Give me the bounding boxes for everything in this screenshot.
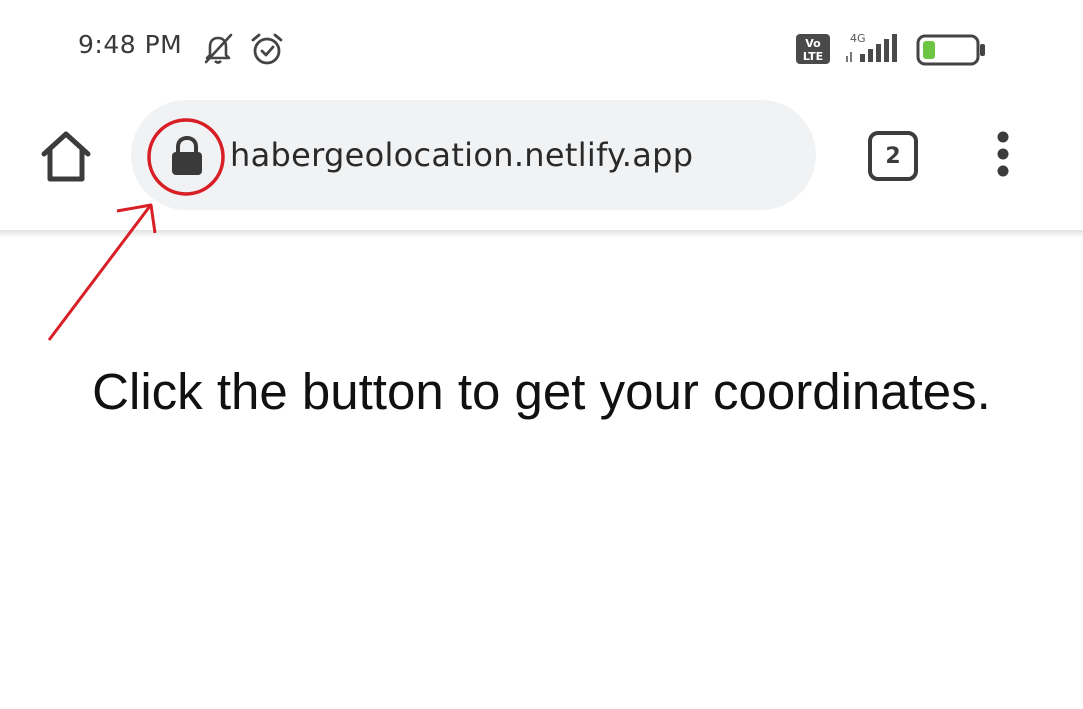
more-vert-icon[interactable] (990, 130, 1016, 182)
status-bar: 9:48 PM Vo LTE 4G (0, 0, 1083, 96)
svg-text:LTE: LTE (803, 50, 823, 63)
volte-icon: Vo LTE (796, 34, 830, 64)
battery-icon (916, 34, 985, 66)
coordinates-message: Click the button to get your coordinates… (92, 363, 991, 420)
svg-text:Vo: Vo (805, 37, 821, 50)
url-text[interactable]: habergeolocation.netlify.app (230, 136, 693, 174)
status-time: 9:48 PM (78, 30, 183, 59)
lock-icon[interactable] (168, 136, 206, 176)
tab-switcher-button[interactable]: 2 (868, 131, 918, 181)
svg-text:4G: 4G (850, 32, 866, 45)
home-icon[interactable] (38, 129, 94, 185)
alarm-icon (251, 33, 283, 65)
browser-screen: 9:48 PM Vo LTE 4G habergeolocation.netli… (0, 0, 1083, 709)
bell-off-icon (204, 33, 233, 64)
tab-count: 2 (885, 143, 901, 169)
toolbar-shadow (0, 230, 1083, 238)
signal-4g-icon: 4G (846, 32, 897, 62)
